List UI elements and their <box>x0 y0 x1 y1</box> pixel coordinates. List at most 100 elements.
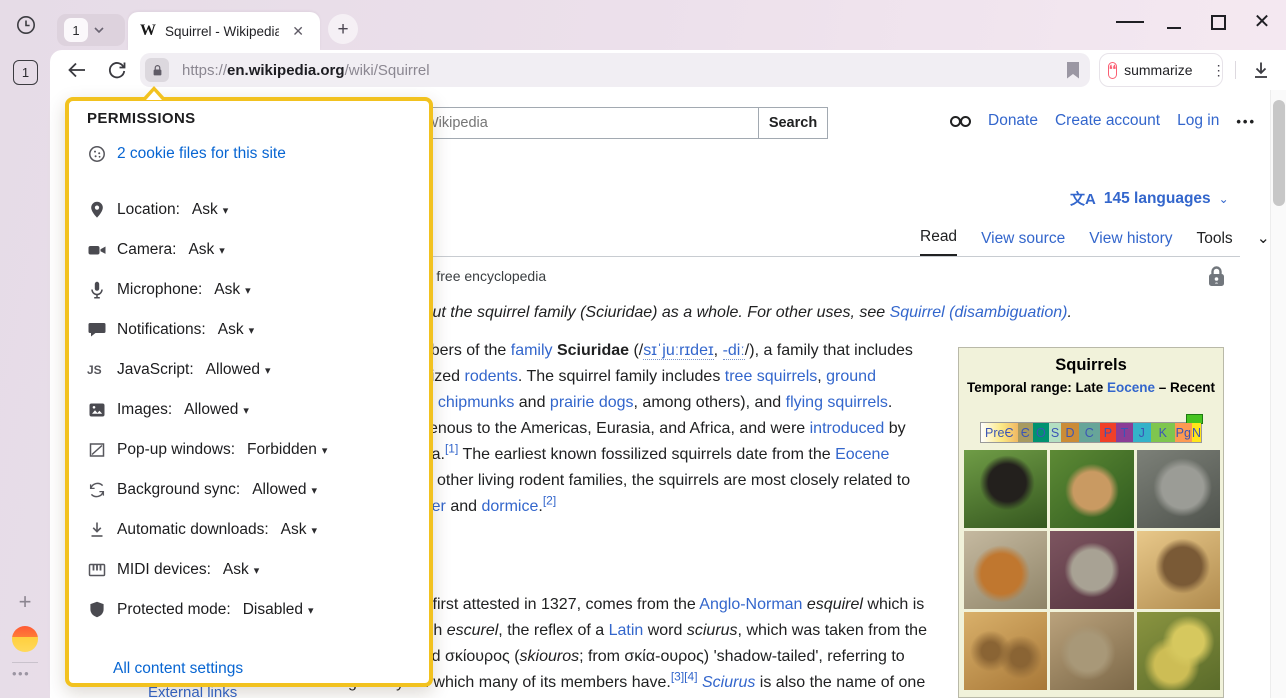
timeline-period-O[interactable]: O <box>1033 423 1049 442</box>
timeline-period-C[interactable]: C <box>1079 423 1100 442</box>
permission-row-midi[interactable]: MIDI devices: Ask <box>87 558 259 582</box>
sidebar-add-icon[interactable]: + <box>13 590 37 614</box>
menu-hamburger-icon[interactable] <box>1116 8 1144 36</box>
address-bar[interactable]: https://en.wikipedia.org/wiki/Squirrel <box>140 53 1090 87</box>
chevron-down-icon[interactable]: ⌄ <box>1257 229 1270 256</box>
bookmark-flag-icon[interactable] <box>1066 62 1080 79</box>
timeline-period-K[interactable]: K <box>1151 423 1175 442</box>
background-sync-value-dropdown[interactable]: Allowed <box>252 481 317 499</box>
wiki-link[interactable]: -diː <box>723 342 745 360</box>
black-giant-squirrel-photo[interactable] <box>964 450 1047 528</box>
wiki-link[interactable]: Sciurus <box>702 674 755 691</box>
create-account-link[interactable]: Create account <box>1055 112 1160 130</box>
chipmunk-photo[interactable] <box>1050 450 1133 528</box>
site-lock-icon[interactable] <box>145 58 169 82</box>
wiki-link[interactable]: dormice <box>481 498 538 515</box>
wiki-link[interactable]: rodents <box>464 368 517 385</box>
timeline-period-P[interactable]: P <box>1100 423 1116 442</box>
wiki-link[interactable]: Eocene <box>835 446 889 463</box>
tab-view-history[interactable]: View history <box>1089 230 1172 256</box>
permission-row-background-sync[interactable]: Background sync: Allowed <box>87 478 317 502</box>
appearance-glasses-icon[interactable] <box>950 116 971 127</box>
timeline-period-J[interactable]: J <box>1133 423 1151 442</box>
sidebar-more-icon[interactable]: ••• <box>12 666 30 681</box>
wiki-link[interactable]: sɪˈjuːrɪdeɪ <box>643 342 713 360</box>
timeline-period-D[interactable]: D <box>1061 423 1078 442</box>
geologic-timeline[interactable]: PreЄЄOSDCPTJKPgN <box>980 422 1202 443</box>
wiki-link[interactable]: Latin <box>609 622 644 639</box>
timeline-period-N[interactable]: N <box>1192 423 1201 442</box>
wiki-search-button[interactable]: Search <box>758 107 828 139</box>
cookie-files-link[interactable]: 2 cookie files for this site <box>117 145 286 163</box>
downloads-button[interactable] <box>1246 55 1276 85</box>
location-value-dropdown[interactable]: Ask <box>192 201 228 219</box>
prairie-dogs-photo[interactable] <box>1137 612 1220 690</box>
eocene-link[interactable]: Eocene <box>1107 380 1155 395</box>
wiki-link[interactable]: family <box>511 342 553 359</box>
camera-value-dropdown[interactable]: Ask <box>188 241 224 259</box>
midi-value-dropdown[interactable]: Ask <box>223 561 259 579</box>
notifications-value-dropdown[interactable]: Ask <box>218 321 254 339</box>
permission-row-images[interactable]: Images: Allowed <box>87 398 249 422</box>
wiki-link[interactable]: flying squirrels <box>786 394 888 411</box>
permission-row-location[interactable]: Location: Ask <box>87 198 228 222</box>
maximize-button[interactable] <box>1204 8 1232 36</box>
tab-view-source[interactable]: View source <box>981 230 1065 256</box>
cookie-files-row[interactable]: 2 cookie files for this site <box>87 142 286 166</box>
timeline-period-Pg[interactable]: Pg <box>1175 423 1192 442</box>
wiki-link[interactable]: [2] <box>543 494 556 508</box>
active-tab[interactable]: W Squirrel - Wikipedia ✕ <box>128 12 320 50</box>
wiki-link[interactable]: [3][4] <box>671 670 698 684</box>
wiki-link[interactable]: introduced <box>810 420 885 437</box>
ground-squirrel-photo[interactable] <box>1050 531 1133 609</box>
fox-squirrel-photo[interactable] <box>964 531 1047 609</box>
minimize-button[interactable] <box>1160 8 1188 36</box>
scrollbar[interactable] <box>1270 90 1286 698</box>
window-close-button[interactable]: ✕ <box>1248 8 1276 36</box>
marmots-photo[interactable] <box>1050 612 1133 690</box>
login-link[interactable]: Log in <box>1177 112 1219 130</box>
new-tab-button[interactable]: + <box>328 14 358 44</box>
cape-ground-squirrels-photo[interactable] <box>964 612 1047 690</box>
tab-close-icon[interactable]: ✕ <box>288 21 308 42</box>
tab-group-button[interactable]: 1 <box>57 14 125 46</box>
summarize-button[interactable]: ❛❛ summarize ⋮ <box>1099 53 1223 87</box>
tab-read[interactable]: Read <box>920 228 957 256</box>
javascript-value-dropdown[interactable]: Allowed <box>206 361 271 379</box>
languages-button[interactable]: 文A 145 languages ⌄ <box>1070 188 1229 209</box>
permission-row-javascript[interactable]: JS JavaScript: Allowed <box>87 358 270 382</box>
header-more-icon[interactable]: ••• <box>1236 114 1256 129</box>
microphone-value-dropdown[interactable]: Ask <box>214 281 250 299</box>
permission-row-protected-mode[interactable]: Protected mode: Disabled <box>87 598 314 622</box>
history-clock-icon[interactable] <box>12 11 40 39</box>
timeline-period-T[interactable]: T <box>1116 423 1132 442</box>
permission-row-automatic-downloads[interactable]: Automatic downloads: Ask <box>87 518 317 542</box>
permission-row-microphone[interactable]: Microphone: Ask <box>87 278 251 302</box>
donate-link[interactable]: Donate <box>988 112 1038 130</box>
timeline-period-Є[interactable]: Є <box>1018 423 1034 442</box>
summarize-kebab-icon[interactable]: ⋮ <box>1207 62 1231 79</box>
wiki-link[interactable]: Anglo-Norman <box>699 596 802 613</box>
wiki-link[interactable]: tree squirrels <box>725 368 817 385</box>
popups-value-dropdown[interactable]: Forbidden <box>247 441 327 459</box>
wiki-link[interactable]: prairie dogs <box>550 394 634 411</box>
timeline-period-PreЄ[interactable]: PreЄ <box>981 423 1018 442</box>
reload-button[interactable] <box>102 56 132 84</box>
permission-row-popups[interactable]: Pop-up windows: Forbidden <box>87 438 327 462</box>
permission-row-notifications[interactable]: Notifications: Ask <box>87 318 254 342</box>
all-content-settings-row[interactable]: All content settings <box>113 657 243 681</box>
automatic-downloads-value-dropdown[interactable]: Ask <box>281 521 317 539</box>
tab-tools[interactable]: Tools <box>1197 230 1233 256</box>
wiki-link[interactable]: chipmunks <box>438 394 514 411</box>
wiki-link[interactable]: Squirrel (disambiguation) <box>890 304 1068 321</box>
all-content-settings-link[interactable]: All content settings <box>113 660 243 678</box>
gray-squirrel-photo[interactable] <box>1137 450 1220 528</box>
yandex-mail-icon[interactable] <box>12 626 38 652</box>
uinta-ground-squirrel-photo[interactable] <box>1137 531 1220 609</box>
protected-mode-value-dropdown[interactable]: Disabled <box>243 601 314 619</box>
permission-row-camera[interactable]: Camera: Ask <box>87 238 225 262</box>
wiki-link[interactable]: [1] <box>445 442 458 456</box>
timeline-period-S[interactable]: S <box>1049 423 1062 442</box>
sidebar-tab-count-badge[interactable]: 1 <box>13 60 38 85</box>
scrollbar-thumb[interactable] <box>1273 100 1285 206</box>
